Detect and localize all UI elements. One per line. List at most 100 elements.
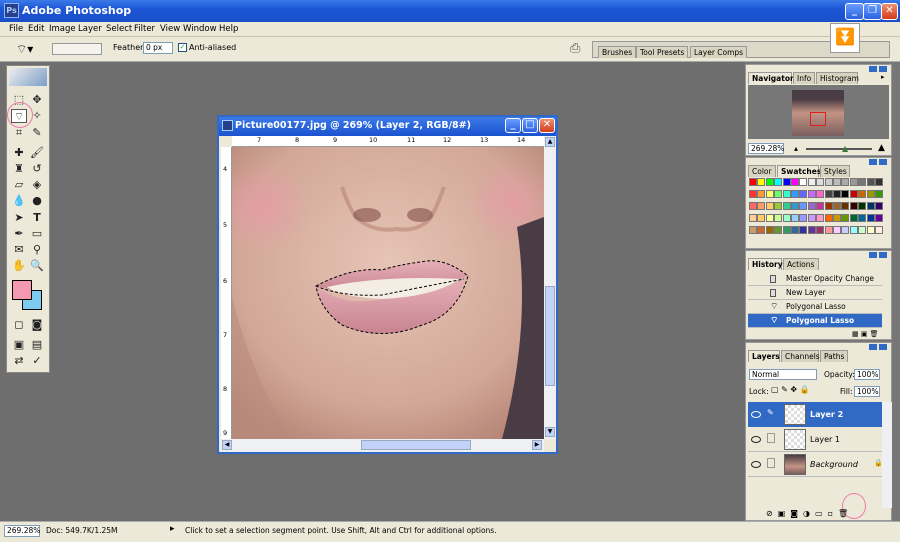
color-swatch[interactable] — [841, 226, 850, 234]
color-swatch[interactable] — [875, 202, 883, 210]
layer-row-selected[interactable]: ✎ Layer 2 — [748, 402, 882, 427]
vertical-scroll-thumb[interactable] — [545, 286, 555, 386]
dodge-tool-icon[interactable]: ● — [29, 194, 45, 208]
menu-layer[interactable]: Layer — [78, 24, 102, 34]
scroll-right-icon[interactable]: ▶ — [532, 440, 542, 450]
color-swatch[interactable] — [849, 190, 858, 198]
zoom-in-icon[interactable]: ▲ — [878, 143, 885, 153]
doc-minimize-button[interactable]: _ — [505, 118, 521, 133]
color-swatch[interactable] — [858, 178, 867, 186]
color-swatch[interactable] — [824, 178, 833, 186]
panel-close-icon[interactable] — [879, 159, 887, 165]
color-swatch[interactable] — [749, 226, 757, 234]
color-swatch[interactable] — [816, 178, 825, 186]
color-swatch[interactable] — [824, 226, 833, 234]
edit-in-imageready-icon[interactable]: ✓ — [29, 354, 45, 368]
move-tool-icon[interactable]: ✥ — [29, 93, 45, 107]
palette-well-brushes[interactable]: Brushes — [598, 46, 637, 58]
history-snapshot-buttons[interactable]: ▦ ▣ 🗑 — [852, 330, 879, 338]
color-swatch[interactable] — [833, 202, 841, 210]
menu-select[interactable]: Select — [106, 24, 132, 34]
color-swatch[interactable] — [858, 226, 867, 234]
notes-tool-icon[interactable]: ✉ — [11, 243, 27, 257]
navigator-zoom-field[interactable]: 269.28% — [748, 143, 784, 154]
color-swatch[interactable] — [824, 190, 833, 198]
color-swatch[interactable] — [833, 226, 841, 234]
color-swatch[interactable] — [757, 178, 766, 186]
link-box[interactable] — [767, 433, 775, 443]
visibility-eye-icon[interactable] — [751, 436, 761, 443]
standard-mode-icon[interactable]: ◻ — [11, 318, 27, 332]
color-swatch[interactable] — [774, 226, 783, 234]
tab-navigator[interactable]: Navigator — [748, 72, 794, 84]
color-swatch[interactable] — [765, 226, 774, 234]
fill-field[interactable]: 100% — [854, 386, 880, 397]
history-brush-tool-icon[interactable]: ↺ — [29, 162, 45, 176]
color-swatch[interactable] — [866, 226, 875, 234]
lock-icons[interactable]: ▢ ✎ ✥ 🔒 — [771, 385, 810, 394]
color-swatch[interactable] — [816, 202, 825, 210]
tab-channels[interactable]: Channels — [781, 350, 820, 362]
scroll-left-icon[interactable]: ◀ — [222, 440, 232, 450]
history-item[interactable]: New Layer — [748, 286, 882, 300]
color-swatch[interactable] — [807, 226, 816, 234]
palette-well-tool-presets[interactable]: Tool Presets — [636, 46, 689, 58]
quick-mask-mode-icon[interactable]: ◙ — [29, 318, 45, 332]
color-swatch[interactable] — [866, 178, 875, 186]
color-swatch[interactable] — [841, 190, 850, 198]
doc-close-button[interactable]: ✕ — [539, 118, 555, 133]
panel-minimize-icon[interactable] — [869, 66, 877, 72]
tab-swatches[interactable]: Swatches — [777, 165, 821, 177]
color-swatch[interactable] — [866, 214, 875, 222]
color-swatch[interactable] — [866, 202, 875, 210]
color-swatch[interactable] — [749, 202, 757, 210]
panel-minimize-icon[interactable] — [869, 252, 877, 258]
tab-color[interactable]: Color — [748, 165, 776, 177]
scroll-down-icon[interactable]: ▼ — [545, 427, 555, 437]
panel-close-icon[interactable] — [879, 66, 887, 72]
eraser-tool-icon[interactable]: ▱ — [11, 178, 27, 192]
color-swatch[interactable] — [849, 226, 858, 234]
color-swatch[interactable] — [799, 226, 808, 234]
menu-view[interactable]: View — [160, 24, 180, 34]
panel-minimize-icon[interactable] — [869, 159, 877, 165]
magic-wand-tool-icon[interactable]: ✧ — [29, 109, 45, 123]
color-swatch[interactable] — [875, 214, 883, 222]
color-swatch[interactable] — [782, 226, 791, 234]
anti-aliased-checkbox[interactable]: ✓ — [178, 43, 187, 52]
color-swatch[interactable] — [875, 226, 883, 234]
tab-layers[interactable]: Layers — [748, 350, 780, 362]
color-swatch[interactable] — [774, 214, 783, 222]
palette-well-layer-comps[interactable]: Layer Comps — [690, 46, 748, 58]
color-swatch[interactable] — [791, 202, 799, 210]
menu-image[interactable]: Image — [49, 24, 76, 34]
color-swatch[interactable] — [841, 178, 850, 186]
doc-maximize-button[interactable]: □ — [522, 118, 538, 133]
panel-menu-icon[interactable]: ▸ — [881, 73, 885, 81]
color-swatch[interactable] — [774, 190, 783, 198]
minimize-button[interactable]: _ — [845, 3, 864, 20]
tab-histogram[interactable]: Histogram — [816, 72, 859, 84]
image-canvas[interactable] — [232, 147, 544, 439]
rectangle-tool-icon[interactable]: ▭ — [29, 227, 45, 241]
color-swatch[interactable] — [765, 190, 774, 198]
printer-icon[interactable]: ⎙ — [570, 41, 580, 56]
layers-footer-buttons[interactable]: ⊘▣◙◑▭▫🗑 — [766, 509, 853, 518]
color-swatch[interactable] — [749, 190, 757, 198]
panel-close-icon[interactable] — [879, 252, 887, 258]
layer-row[interactable]: Background 🔒 — [748, 452, 883, 477]
panel-close-icon[interactable] — [879, 344, 887, 350]
color-swatch[interactable] — [849, 214, 858, 222]
full-screen-mode-icon[interactable]: ▤ — [29, 338, 45, 352]
color-swatch[interactable] — [765, 202, 774, 210]
history-item-selected[interactable]: ⌔ Polygonal Lasso — [748, 314, 882, 328]
color-swatch[interactable] — [749, 214, 757, 222]
hand-tool-icon[interactable]: ✋ — [11, 259, 27, 273]
history-item[interactable]: Master Opacity Change — [748, 272, 882, 286]
color-swatch[interactable] — [875, 178, 883, 186]
menu-file[interactable]: File — [9, 24, 23, 34]
color-swatch[interactable] — [757, 202, 766, 210]
visibility-eye-icon[interactable] — [751, 411, 761, 418]
color-swatch[interactable] — [799, 214, 808, 222]
navigator-preview[interactable] — [748, 85, 889, 139]
